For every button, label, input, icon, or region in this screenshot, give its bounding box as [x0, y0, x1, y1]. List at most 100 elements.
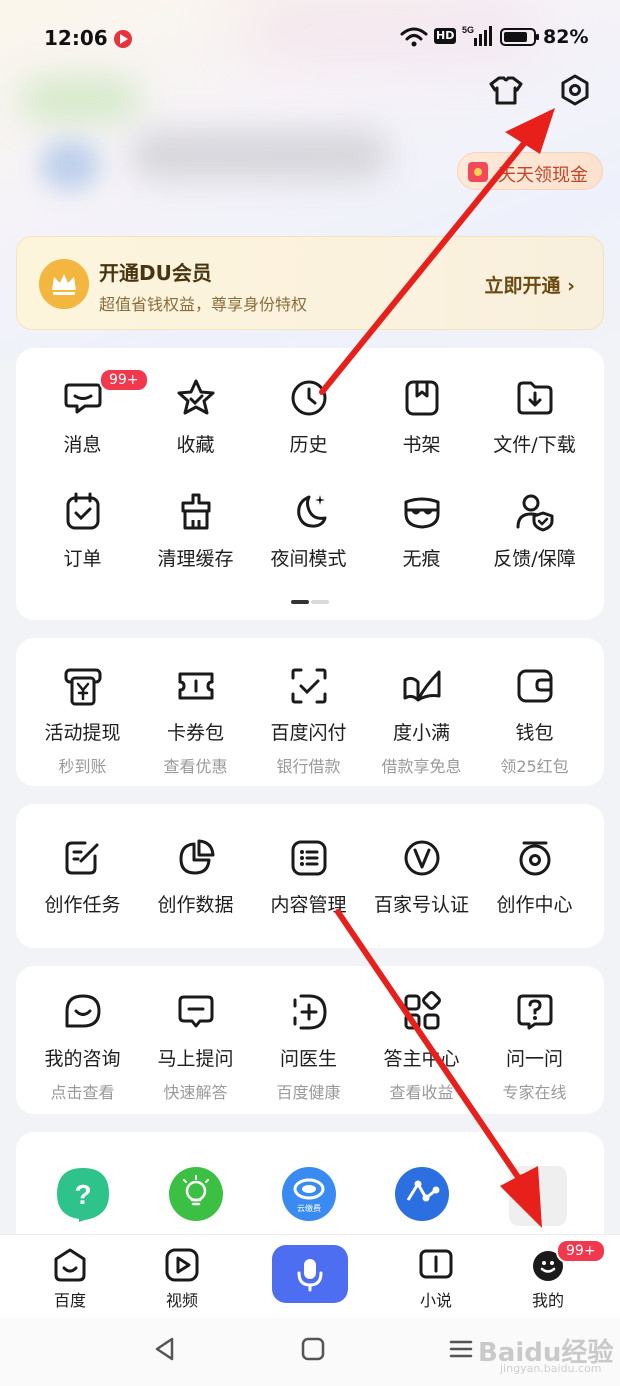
withdraw-icon: [64, 668, 101, 706]
vip-membership-card[interactable]: 开通DU会员 超值省钱权益，尊享身份特权 立即开通 ›: [16, 236, 604, 330]
daily-cash-label: 天天领现金: [498, 165, 588, 186]
consult-ask[interactable]: 马上提问 快速解答: [139, 990, 252, 1103]
network-label: 5G: [462, 25, 474, 35]
duxiaoman-icon: [403, 670, 440, 702]
tool-messages[interactable]: 99+ 消息: [26, 368, 149, 457]
finance-label: 卡券包: [166, 722, 224, 744]
consult-doctor[interactable]: 问医生 百度健康: [252, 990, 365, 1103]
finance-coupons[interactable]: 卡券包 查看优惠: [139, 664, 252, 777]
tool-clear-cache[interactable]: 清理缓存: [139, 490, 252, 571]
broom-icon: [181, 493, 210, 530]
creator-label: 创作数据: [157, 894, 234, 916]
creator-label: 内容管理: [270, 894, 347, 916]
finance-sub: 银行借款: [276, 757, 341, 776]
app-idea[interactable]: [139, 1166, 252, 1226]
tool-orders[interactable]: 订单: [26, 490, 139, 571]
tab-novel[interactable]: 小说: [396, 1247, 476, 1311]
tool-night-mode[interactable]: 夜间模式: [252, 490, 365, 571]
tab-home[interactable]: 百度: [30, 1247, 110, 1311]
consult-sub: 百度健康: [276, 1083, 341, 1102]
blurred-username[interactable]: [130, 130, 390, 180]
tab-mine[interactable]: 99+ 我的: [508, 1239, 606, 1311]
finance-label: 活动提现: [44, 722, 121, 744]
theme-skin-icon[interactable]: [488, 72, 524, 108]
apps-grid-icon: [404, 991, 441, 1030]
tool-incognito[interactable]: 无痕: [365, 490, 478, 571]
tool-favorites[interactable]: 收藏: [139, 376, 252, 457]
finance-withdraw[interactable]: 活动提现 秒到账: [26, 664, 139, 777]
tool-downloads[interactable]: 文件/下载: [478, 376, 591, 457]
app-network[interactable]: [365, 1166, 478, 1226]
tool-label: 历史: [289, 434, 328, 456]
consult-card: 我的咨询 点击查看 马上提问 快速解答 问医生 百度健康 答主中心 查看收益 问…: [16, 966, 604, 1114]
tool-label: 夜间模式: [270, 548, 347, 570]
star-icon: [177, 379, 214, 415]
verified-v-icon: [404, 840, 439, 876]
home-icon: [54, 1248, 86, 1282]
creator-card: 创作任务 创作数据 内容管理 百家号认证 创作中心: [16, 804, 604, 948]
svg-text:?: ?: [74, 1179, 91, 1210]
crown-icon: [39, 259, 89, 309]
finance-sub: 借款享免息: [381, 757, 462, 776]
microphone-icon: [297, 1259, 323, 1292]
status-bar: 12:06 HD 5G 82%: [0, 0, 620, 76]
ticket-icon: [178, 672, 213, 700]
cloud-pay-app-icon: 云缴费: [281, 1167, 336, 1221]
folder-download-icon: [517, 381, 552, 415]
moon-icon: [296, 495, 326, 528]
home-nav-icon[interactable]: [300, 1336, 326, 1362]
blurred-profile-banner: [20, 80, 140, 120]
recents-icon[interactable]: [448, 1336, 474, 1362]
clock-icon: [291, 380, 326, 416]
consult-answerer[interactable]: 答主中心 查看收益: [365, 990, 478, 1103]
blurred-avatar[interactable]: [40, 140, 100, 190]
question-app-icon: ?: [56, 1168, 109, 1222]
tool-history[interactable]: 历史: [252, 376, 365, 457]
finance-row: 活动提现 秒到账 卡券包 查看优惠 百度闪付 银行借款 度小满 借款享免息 钱包…: [16, 664, 604, 777]
tab-video[interactable]: 视频: [142, 1247, 222, 1311]
finance-sub: 秒到账: [58, 757, 107, 776]
page-indicator: [291, 600, 329, 604]
consult-label: 问医生: [279, 1048, 337, 1070]
settings-icon[interactable]: [557, 72, 593, 108]
consult-ask-expert[interactable]: 问一问 专家在线: [478, 990, 591, 1103]
creator-row: 创作任务 创作数据 内容管理 百家号认证 创作中心: [16, 836, 604, 917]
page-dot-active: [291, 600, 309, 604]
mine-badge: 99+: [556, 1239, 606, 1263]
partial-app-icon: [508, 1166, 567, 1226]
tools-card: 99+ 消息 收藏 历史 书架 文件/下载 订单 清理缓存 夜间模式 无痕 反馈…: [16, 348, 604, 620]
back-icon[interactable]: [152, 1336, 178, 1362]
finance-label: 度小满: [392, 722, 450, 744]
app-question[interactable]: ?: [26, 1166, 139, 1226]
tool-bookshelf[interactable]: 书架: [365, 376, 478, 457]
finance-flash-pay[interactable]: 百度闪付 银行借款: [252, 664, 365, 777]
pie-chart-icon: [179, 839, 214, 875]
message-icon: [64, 383, 101, 414]
vip-activate-button[interactable]: 立即开通 ›: [485, 271, 575, 298]
finance-duxiaoman[interactable]: 度小满 借款享免息: [365, 664, 478, 777]
tool-label: 反馈/保障: [493, 548, 576, 570]
screen-record-icon: [114, 30, 132, 48]
tab-label: 我的: [531, 1291, 564, 1310]
vip-subtitle: 超值省钱权益，尊享身份特权: [99, 295, 308, 314]
app-more[interactable]: [478, 1166, 591, 1226]
finance-wallet[interactable]: 钱包 领25红包: [478, 664, 591, 777]
creator-verify[interactable]: 百家号认证: [365, 836, 478, 917]
signal-icon: 5G: [462, 25, 492, 46]
creator-center-icon: [519, 841, 550, 876]
hd-icon: HD: [434, 28, 457, 44]
creator-content-manage[interactable]: 内容管理: [252, 836, 365, 917]
creator-tasks[interactable]: 创作任务: [26, 836, 139, 917]
consult-my[interactable]: 我的咨询 点击查看: [26, 990, 139, 1103]
tool-label: 无痕: [402, 548, 441, 570]
daily-cash-button[interactable]: 天天领现金: [457, 152, 603, 190]
voice-search-button[interactable]: [272, 1245, 348, 1303]
consult-sub: 快速解答: [163, 1083, 228, 1102]
app-cloud-pay[interactable]: 云缴费: [252, 1166, 365, 1226]
book-icon: [419, 1249, 453, 1279]
vip-title: 开通DU会员: [99, 261, 212, 285]
tab-label: 百度: [53, 1291, 86, 1310]
creator-data[interactable]: 创作数据: [139, 836, 252, 917]
creator-center[interactable]: 创作中心: [478, 836, 591, 917]
tool-feedback[interactable]: 反馈/保障: [478, 490, 591, 571]
